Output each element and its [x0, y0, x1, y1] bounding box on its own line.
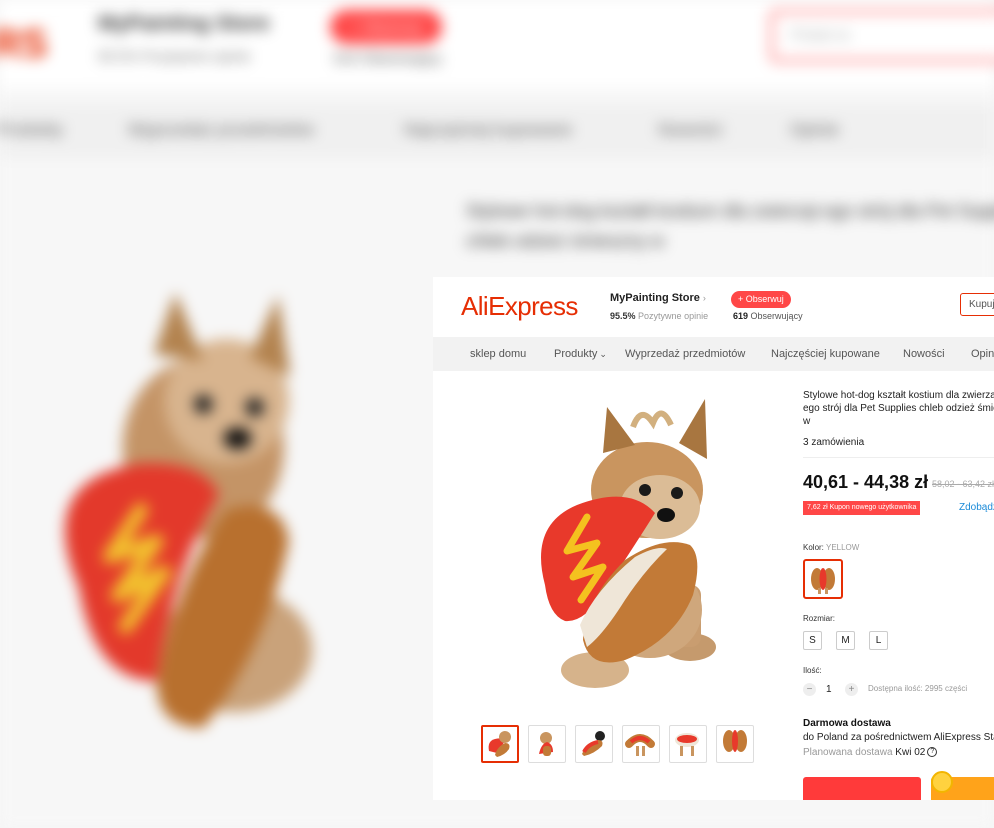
nav-item-products[interactable]: Produkty ⌄: [554, 348, 607, 360]
store-nav: sklep domu Produkty ⌄ Wyprzedaż przedmiot…: [433, 337, 994, 371]
rating-percent: 95.5%: [610, 311, 636, 321]
bg-product-title: Stylowe hot-dog kształt kostium dla zwie…: [466, 201, 994, 251]
thumbnail[interactable]: [481, 725, 519, 763]
order-count: 3 zamówienia: [803, 437, 865, 448]
product-title: Stylowe hot-dog kształt kostium dla zwie…: [803, 389, 994, 428]
quantity-increase-button[interactable]: +: [845, 683, 858, 696]
divider: [803, 457, 994, 458]
thumbnail[interactable]: [669, 725, 707, 763]
bg-header: RS MyPainting Store 95.5% Pozytywne opin…: [0, 0, 994, 88]
bg-product-image: [0, 200, 390, 825]
thumbnail-image: [582, 731, 605, 756]
store-name-link[interactable]: MyPainting Store ›: [610, 292, 706, 304]
nav-item-bestsellers[interactable]: Najczęściej kupowane: [771, 348, 880, 360]
swatch-image: [811, 568, 835, 594]
delivery-label: Planowana dostawa: [803, 747, 893, 758]
size-label: Rozmiar:: [803, 614, 836, 623]
followers-count: 619 Obserwujący: [733, 311, 803, 321]
buy-now-button[interactable]: [803, 777, 921, 800]
store-name-text: MyPainting Store: [610, 292, 700, 304]
delivery-estimate: Planowana dostawa Kwi 02?: [803, 747, 938, 758]
color-value: YELLOW: [825, 543, 860, 552]
available-quantity: Dostępna ilość: 2995 części: [868, 684, 968, 693]
store-rating: 95.5% Pozytywne opinie: [610, 311, 708, 321]
chevron-right-icon: ›: [702, 293, 706, 303]
bg-followers: 619 Obserwujący: [334, 50, 443, 66]
quantity-decrease-button[interactable]: −: [803, 683, 816, 696]
bg-nav-item: Wyprzedaż przedmiotów: [128, 120, 314, 139]
product-title-line: w: [803, 416, 811, 427]
nav-item-reviews[interactable]: Opinie: [971, 348, 994, 360]
buy-button[interactable]: Kupuj: [960, 293, 994, 316]
quantity-label: Ilość:: [803, 666, 822, 675]
bg-hotdog-dog-illustration: [64, 292, 313, 728]
get-coupon-link[interactable]: Zdobądź: [959, 501, 994, 515]
color-label: Kolor: YELLOW: [803, 543, 859, 552]
bg-logo: RS: [0, 22, 48, 66]
bg-store-name: MyPainting Store: [98, 12, 270, 35]
product-title-line: Stylowe hot-dog kształt kostium dla zwie…: [803, 390, 994, 401]
quantity-value[interactable]: 1: [826, 683, 832, 696]
color-label-text: Kolor:: [803, 543, 824, 552]
thumbnail[interactable]: [622, 725, 660, 763]
size-option-m[interactable]: M: [836, 631, 855, 650]
product-title-line: ego strój dla Pet Supplies chleb odzież …: [803, 403, 994, 414]
followers-number: 619: [733, 311, 749, 321]
shipping-method: do Poland za pośrednictwem AliExpress St…: [803, 732, 994, 743]
size-option-s[interactable]: S: [803, 631, 822, 650]
bg-nav-item: Opinie: [790, 120, 840, 139]
aliexpress-logo[interactable]: AliExpress: [461, 291, 578, 322]
size-option-l[interactable]: L: [869, 631, 888, 650]
delivery-date: Kwi 02: [895, 747, 926, 758]
current-price: 40,61 - 44,38 zł: [803, 472, 929, 492]
hotdog-dog-illustration: [541, 399, 716, 688]
bg-follow-button: + Obserwuj: [330, 10, 442, 44]
thumbnail[interactable]: [716, 725, 754, 763]
nav-item-label: Produkty: [554, 348, 598, 360]
nav-item-sale[interactable]: Wyprzedaż przedmiotów: [625, 348, 745, 360]
thumbnail[interactable]: [528, 725, 566, 763]
thumbnail-image: [488, 731, 511, 757]
original-price: 58,02 - 63,42 zł: [932, 479, 994, 489]
follow-button[interactable]: + Obserwuj: [731, 291, 791, 308]
color-swatch[interactable]: [803, 559, 843, 599]
coupon-badge: 7,62 zł Kupon nowego użytkownika: [803, 501, 921, 515]
bg-search-box: Polub to: [770, 10, 994, 62]
bg-nav: Produkty Wyprzedaż przedmiotów Najczęści…: [0, 104, 994, 158]
thumbnail-image: [723, 730, 747, 752]
nav-item-new[interactable]: Nowości: [903, 348, 945, 360]
product-page: AliExpress MyPainting Store › 95.5% Pozyt…: [433, 277, 994, 800]
thumbnail-image: [539, 732, 553, 756]
bg-nav-item: Produkty: [0, 120, 64, 139]
thumbnail[interactable]: [575, 725, 613, 763]
followers-text: Obserwujący: [750, 311, 803, 321]
main-product-image[interactable]: [485, 385, 755, 705]
store-header: AliExpress MyPainting Store › 95.5% Pozyt…: [433, 277, 994, 337]
bg-nav-item: Najczęściej kupowane: [404, 120, 573, 139]
shipping-title: Darmowa dostawa: [803, 718, 891, 729]
help-icon[interactable]: ?: [927, 747, 938, 758]
bg-nav-item: Nowości: [658, 120, 723, 139]
chevron-down-icon: ⌄: [599, 349, 607, 359]
coin-icon: [931, 771, 953, 793]
bg-store-rating: 95.5% Pozytywne opinie: [98, 48, 251, 64]
nav-item-home[interactable]: sklep domu: [470, 348, 526, 360]
rating-text: Pozytywne opinie: [638, 311, 709, 321]
thumbnail-image: [625, 734, 655, 756]
thumbnail-image: [675, 733, 699, 756]
